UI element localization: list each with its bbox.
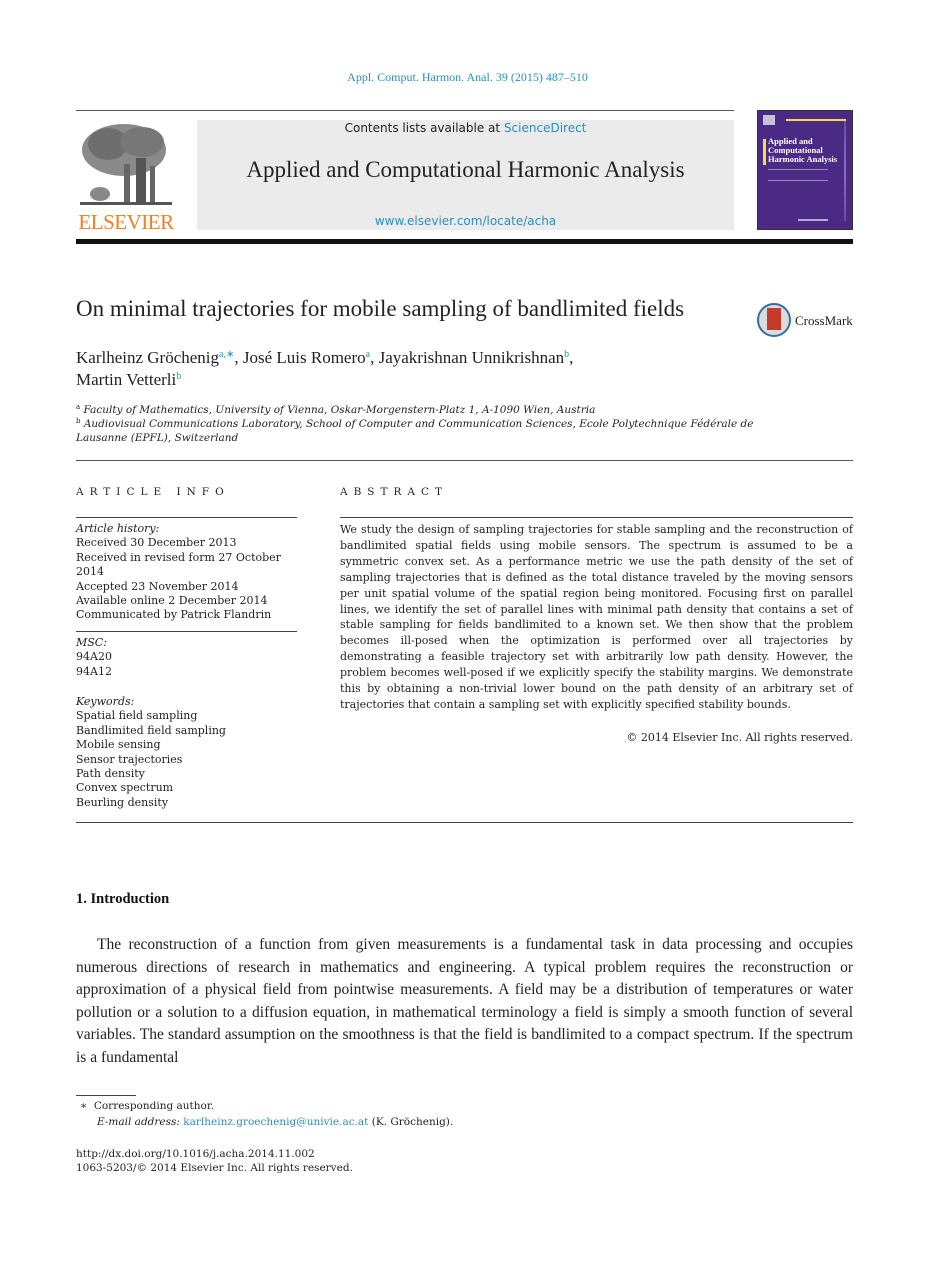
keyword-item: Sensor trajectories — [76, 752, 183, 766]
affiliations: a Faculty of Mathematics, University of … — [76, 403, 796, 445]
elsevier-logo[interactable]: ELSEVIER — [76, 118, 176, 234]
cover-publisher-logo — [763, 115, 775, 125]
author-separator: , — [234, 348, 243, 367]
email-label: E-mail address: — [97, 1116, 180, 1128]
keywords: Keywords: Spatial field sampling Bandlim… — [76, 695, 306, 810]
history-item: Accepted 23 November 2014 — [76, 579, 239, 593]
msc-item: 94A12 — [76, 664, 112, 678]
author-separator: , — [569, 348, 574, 367]
cover-title: Applied and Computational Harmonic Analy… — [768, 136, 838, 164]
footnote-rule — [76, 1095, 136, 1096]
header-top-rule — [76, 110, 734, 111]
keywords-label: Keywords: — [76, 695, 135, 708]
journal-homepage-link[interactable]: www.elsevier.com/locate/acha — [197, 214, 734, 228]
abstract-copyright: © 2014 Elsevier Inc. All rights reserved… — [626, 731, 853, 744]
msc-item: 94A20 — [76, 650, 112, 664]
corresponding-author-text: Corresponding author. — [93, 1100, 215, 1112]
elsevier-tree-icon — [78, 120, 174, 210]
cover-footer — [798, 219, 828, 221]
affiliation-item: a Faculty of Mathematics, University of … — [76, 403, 796, 417]
journal-title: Applied and Computational Harmonic Analy… — [246, 157, 685, 182]
keyword-item: Beurling density — [76, 795, 169, 809]
article-history-label: Article history: — [76, 522, 160, 535]
affiliation-item: b Audiovisual Communications Laboratory,… — [76, 417, 796, 445]
abstract-rule — [340, 517, 853, 518]
crossmark-ribbon-icon — [767, 308, 781, 330]
author-name[interactable]: José Luis Romero — [243, 348, 366, 367]
email-note: E-mail address: karlheinz.groechenig@uni… — [97, 1115, 453, 1129]
elsevier-wordmark: ELSEVIER — [78, 210, 174, 234]
article-info-rule — [76, 517, 297, 518]
email-owner: (K. Gröchenig). — [368, 1116, 454, 1128]
msc-codes: MSC: 94A20 94A12 — [76, 636, 306, 679]
front-matter-bottom-rule — [76, 822, 853, 823]
article-info-heading: ARTICLE INFO — [76, 486, 230, 498]
keyword-item: Bandlimited field sampling — [76, 723, 226, 737]
journal-cover-thumbnail[interactable]: Applied and Computational Harmonic Analy… — [757, 110, 853, 230]
footnote-star: ∗ — [80, 1100, 88, 1112]
author-email-link[interactable]: karlheinz.groechenig@univie.ac.at — [183, 1116, 368, 1128]
author-affiliation-mark[interactable]: a,∗ — [219, 349, 234, 360]
abstract-heading: ABSTRACT — [340, 486, 449, 498]
author-list: Karlheinz Gröcheniga,∗, José Luis Romero… — [76, 347, 776, 391]
issn-copyright: 1063-5203/© 2014 Elsevier Inc. All right… — [76, 1162, 353, 1174]
author-name[interactable]: Martin Vetterli — [76, 370, 176, 389]
paper-title: On minimal trajectories for mobile sampl… — [76, 296, 685, 321]
author-name[interactable]: Karlheinz Gröchenig — [76, 348, 219, 367]
abstract-text: We study the design of sampling trajecto… — [340, 523, 853, 711]
affiliation-text: Audiovisual Communications Laboratory, S… — [76, 418, 754, 444]
keyword-item: Path density — [76, 767, 145, 781]
history-item: Received 30 December 2013 — [76, 536, 237, 550]
contents-available-line: Contents lists available at ScienceDirec… — [197, 121, 734, 135]
cover-accent-bar — [786, 119, 846, 121]
cover-subtitle-lines — [768, 169, 828, 181]
cover-yellow-stripe — [763, 139, 766, 165]
journal-citation-link[interactable]: Appl. Comput. Harmon. Anal. 39 (2015) 48… — [0, 70, 935, 85]
keyword-item: Spatial field sampling — [76, 709, 198, 723]
affiliation-mark: a — [76, 403, 81, 411]
author-name[interactable]: Jayakrishnan Unnikrishnan — [379, 348, 565, 367]
author-separator: , — [370, 348, 379, 367]
section-heading-introduction: 1. Introduction — [76, 891, 170, 907]
sciencedirect-link[interactable]: ScienceDirect — [504, 121, 586, 135]
history-item: Available online 2 December 2014 — [76, 594, 268, 608]
keyword-item: Convex spectrum — [76, 781, 174, 795]
affiliation-text: Faculty of Mathematics, University of Vi… — [83, 404, 596, 416]
history-item: Communicated by Patrick Flandrin — [76, 608, 272, 622]
crossmark-label: CrossMark — [795, 313, 853, 328]
crossmark-button[interactable]: CrossMark — [757, 303, 857, 343]
keyword-item: Mobile sensing — [76, 738, 161, 752]
cover-wave-decoration — [844, 121, 846, 221]
msc-label: MSC: — [76, 636, 107, 649]
header-thick-rule — [76, 239, 853, 244]
doi-link[interactable]: http://dx.doi.org/10.1016/j.acha.2014.11… — [76, 1147, 315, 1161]
article-info-rule — [76, 631, 297, 632]
corresponding-author-note: ∗ Corresponding author. — [80, 1099, 214, 1113]
introduction-paragraph: The reconstruction of a function from gi… — [76, 936, 853, 1066]
contents-prefix: Contents lists available at — [344, 121, 504, 135]
article-history: Article history: Received 30 December 20… — [76, 522, 306, 623]
affiliation-mark: b — [76, 417, 81, 425]
author-affiliation-mark[interactable]: b — [176, 371, 181, 382]
section-divider — [76, 460, 853, 461]
history-item: Received in revised form 27 October 2014 — [76, 550, 281, 579]
